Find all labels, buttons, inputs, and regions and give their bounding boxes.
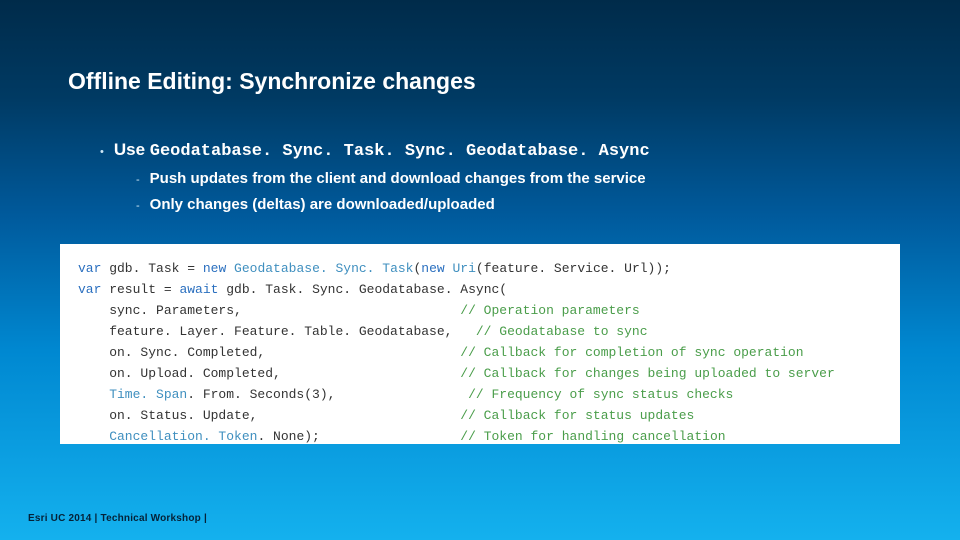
code-type: Uri bbox=[445, 261, 476, 276]
code-ident: gdb. Task. Sync. Geodatabase. Async( bbox=[218, 282, 507, 297]
code-op: = bbox=[164, 282, 180, 297]
sub-text-1: Push updates from the client and downloa… bbox=[150, 170, 646, 187]
code-arg: on. Sync. Completed, bbox=[78, 345, 265, 360]
code-comment: // Callback for status updates bbox=[460, 408, 694, 423]
code-comment: // Callback for completion of sync opera… bbox=[460, 345, 803, 360]
bullet-row: • Use Geodatabase. Sync. Task. Sync. Geo… bbox=[100, 140, 650, 163]
code-pad bbox=[320, 429, 460, 444]
code-pln: (feature. Service. Url)); bbox=[476, 261, 671, 276]
bullet-text: Use Geodatabase. Sync. Task. Sync. Geoda… bbox=[114, 140, 650, 161]
bullet-prefix: Use bbox=[114, 140, 150, 159]
code-comment: // Callback for changes being uploaded t… bbox=[460, 366, 834, 381]
dash-icon: - bbox=[136, 200, 140, 212]
code-comment: // Geodatabase to sync bbox=[476, 324, 648, 339]
bullet-code: Geodatabase. Sync. Task. Sync. Geodataba… bbox=[150, 142, 650, 161]
code-type: Time. Span bbox=[78, 387, 187, 402]
code-pad bbox=[335, 387, 468, 402]
sub-bullet-2: - Only changes (deltas) are downloaded/u… bbox=[136, 196, 495, 213]
code-ident: gdb. Task bbox=[101, 261, 187, 276]
code-kw: await bbox=[179, 282, 218, 297]
code-pad bbox=[265, 345, 460, 360]
code-pad bbox=[257, 408, 460, 423]
code-ident: result bbox=[101, 282, 163, 297]
code-arg: . None); bbox=[257, 429, 319, 444]
code-comment: // Operation parameters bbox=[460, 303, 639, 318]
code-type: Geodatabase. Sync. Task bbox=[226, 261, 413, 276]
code-arg: on. Upload. Completed, bbox=[78, 366, 281, 381]
code-arg: feature. Layer. Feature. Table. Geodatab… bbox=[78, 324, 452, 339]
code-sample: var gdb. Task = new Geodatabase. Sync. T… bbox=[60, 244, 900, 444]
code-pad bbox=[281, 366, 460, 381]
code-pad bbox=[242, 303, 460, 318]
footer-text: Esri UC 2014 | Technical Workshop | bbox=[28, 513, 207, 524]
slide-title: Offline Editing: Synchronize changes bbox=[68, 68, 476, 95]
code-comment: // Frequency of sync status checks bbox=[468, 387, 733, 402]
bullet-dot-icon: • bbox=[100, 141, 104, 163]
code-kw: var bbox=[78, 261, 101, 276]
code-arg: on. Status. Update, bbox=[78, 408, 257, 423]
code-arg: sync. Parameters, bbox=[78, 303, 242, 318]
code-kw: new bbox=[421, 261, 444, 276]
code-kw: new bbox=[203, 261, 226, 276]
code-arg: . From. Seconds(3), bbox=[187, 387, 335, 402]
sub-bullet-1: - Push updates from the client and downl… bbox=[136, 170, 646, 187]
code-op: = bbox=[187, 261, 203, 276]
code-comment: // Token for handling cancellation bbox=[460, 429, 725, 444]
sub-text-2: Only changes (deltas) are downloaded/upl… bbox=[150, 196, 495, 213]
code-pad bbox=[452, 324, 475, 339]
code-type: Cancellation. Token bbox=[78, 429, 257, 444]
code-kw: var bbox=[78, 282, 101, 297]
dash-icon: - bbox=[136, 174, 140, 186]
